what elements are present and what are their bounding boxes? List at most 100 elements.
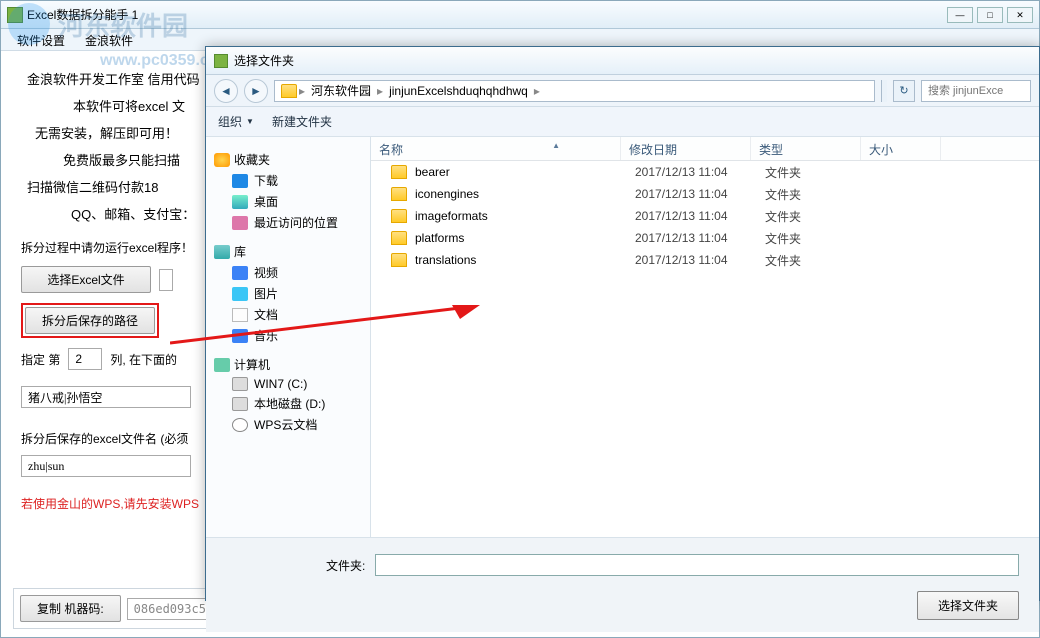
cloud-icon — [232, 418, 248, 432]
folder-icon — [391, 209, 407, 223]
header-date[interactable]: 修改日期 — [621, 137, 751, 160]
item-type: 文件夹 — [765, 230, 875, 247]
minimize-button[interactable]: — — [947, 7, 973, 23]
dialog-icon — [214, 54, 228, 68]
item-date: 2017/12/13 11:04 — [635, 209, 765, 223]
library-icon — [214, 245, 230, 259]
search-input[interactable] — [921, 80, 1031, 102]
sidebar-computer[interactable]: 计算机 — [214, 354, 366, 375]
computer-icon — [214, 358, 230, 372]
item-name: imageformats — [415, 209, 635, 223]
list-item[interactable]: iconengines2017/12/13 11:04文件夹 — [371, 183, 1039, 205]
filename-input[interactable] — [21, 455, 191, 477]
item-date: 2017/12/13 11:04 — [635, 253, 765, 267]
new-folder-button[interactable]: 新建文件夹 — [272, 113, 332, 130]
dialog-footer: 文件夹: 选择文件夹 — [206, 537, 1039, 632]
app-icon — [7, 7, 23, 23]
sidebar: 收藏夹 下载 桌面 最近访问的位置 库 视频 图片 文档 音乐 计算机 WIN7… — [206, 137, 371, 537]
folder-icon — [391, 187, 407, 201]
folder-icon — [281, 84, 297, 98]
download-icon — [232, 174, 248, 188]
breadcrumb-root[interactable]: 河东软件园 — [307, 82, 375, 99]
sidebar-win7[interactable]: WIN7 (C:) — [214, 375, 366, 393]
menu-settings[interactable]: 软件设置 — [7, 29, 75, 50]
sidebar-library[interactable]: 库 — [214, 241, 366, 262]
item-date: 2017/12/13 11:04 — [635, 231, 765, 245]
item-name: translations — [415, 253, 635, 267]
sidebar-local-d[interactable]: 本地磁盘 (D:) — [214, 393, 366, 414]
breadcrumb-folder[interactable]: jinjunExcelshduqhqhdhwq — [385, 84, 532, 98]
select-folder-button[interactable]: 选择文件夹 — [917, 591, 1019, 620]
dialog-toolbar: 组织▼ 新建文件夹 — [206, 107, 1039, 137]
chevron-down-icon: ▼ — [246, 117, 254, 126]
nav-bar: ◄ ► ▸ 河东软件园 ▸ jinjunExcelshduqhqhdhwq ▸ … — [206, 75, 1039, 107]
item-type: 文件夹 — [765, 164, 875, 181]
col-suffix: 列, 在下面的 — [110, 351, 177, 368]
save-path-button[interactable]: 拆分后保存的路径 — [25, 307, 155, 334]
list-header: 名称▲ 修改日期 类型 大小 — [371, 137, 1039, 161]
drive-icon — [232, 397, 248, 411]
document-icon — [232, 308, 248, 322]
breadcrumb[interactable]: ▸ 河东软件园 ▸ jinjunExcelshduqhqhdhwq ▸ — [274, 80, 875, 102]
chevron-icon: ▸ — [297, 84, 307, 98]
recent-icon — [232, 216, 248, 230]
item-name: platforms — [415, 231, 635, 245]
list-item[interactable]: imageformats2017/12/13 11:04文件夹 — [371, 205, 1039, 227]
refresh-button[interactable]: ↻ — [893, 80, 915, 102]
sort-icon: ▲ — [552, 141, 560, 150]
main-title: Excel数据拆分能手 1 — [27, 6, 138, 23]
maximize-button[interactable]: □ — [977, 7, 1003, 23]
item-date: 2017/12/13 11:04 — [635, 165, 765, 179]
nav-forward-button[interactable]: ► — [244, 79, 268, 103]
music-icon — [232, 329, 248, 343]
sidebar-favorites[interactable]: 收藏夹 — [214, 149, 366, 170]
filter-names-input[interactable] — [21, 386, 191, 408]
folder-icon — [391, 253, 407, 267]
dialog-titlebar[interactable]: 选择文件夹 — [206, 47, 1039, 75]
copy-machine-button[interactable]: 复制 机器码: — [20, 595, 121, 622]
header-name[interactable]: 名称▲ — [371, 137, 621, 160]
header-size[interactable]: 大小 — [861, 137, 941, 160]
sidebar-recent[interactable]: 最近访问的位置 — [214, 212, 366, 233]
list-item[interactable]: bearer2017/12/13 11:04文件夹 — [371, 161, 1039, 183]
sidebar-docs[interactable]: 文档 — [214, 304, 366, 325]
item-date: 2017/12/13 11:04 — [635, 187, 765, 201]
folder-icon — [391, 231, 407, 245]
folder-icon — [391, 165, 407, 179]
folder-name-input[interactable] — [375, 554, 1019, 576]
drive-icon — [232, 377, 248, 391]
star-icon — [214, 153, 230, 167]
folder-dialog: 选择文件夹 ◄ ► ▸ 河东软件园 ▸ jinjunExcelshduqhqhd… — [205, 46, 1040, 601]
menu-jinlang[interactable]: 金浪软件 — [75, 29, 143, 50]
item-type: 文件夹 — [765, 208, 875, 225]
item-type: 文件夹 — [765, 252, 875, 269]
excel-path-input[interactable] — [159, 269, 173, 291]
nav-back-button[interactable]: ◄ — [214, 79, 238, 103]
item-type: 文件夹 — [765, 186, 875, 203]
save-path-highlight: 拆分后保存的路径 — [21, 303, 159, 338]
sidebar-desktop[interactable]: 桌面 — [214, 191, 366, 212]
item-name: iconengines — [415, 187, 635, 201]
col-prefix: 指定 第 — [21, 351, 60, 368]
sidebar-video[interactable]: 视频 — [214, 262, 366, 283]
desktop-icon — [232, 195, 248, 209]
column-input[interactable] — [68, 348, 102, 370]
folder-label: 文件夹: — [326, 557, 365, 574]
picture-icon — [232, 287, 248, 301]
breadcrumb-dropdown[interactable] — [881, 80, 887, 102]
header-type[interactable]: 类型 — [751, 137, 861, 160]
video-icon — [232, 266, 248, 280]
list-item[interactable]: translations2017/12/13 11:04文件夹 — [371, 249, 1039, 271]
list-item[interactable]: platforms2017/12/13 11:04文件夹 — [371, 227, 1039, 249]
sidebar-wps[interactable]: WPS云文档 — [214, 414, 366, 435]
chevron-icon: ▸ — [375, 84, 385, 98]
sidebar-music[interactable]: 音乐 — [214, 325, 366, 346]
sidebar-downloads[interactable]: 下载 — [214, 170, 366, 191]
dialog-title: 选择文件夹 — [234, 52, 294, 69]
organize-button[interactable]: 组织▼ — [218, 113, 254, 130]
sidebar-pictures[interactable]: 图片 — [214, 283, 366, 304]
item-name: bearer — [415, 165, 635, 179]
main-titlebar[interactable]: Excel数据拆分能手 1 — □ ✕ — [1, 1, 1039, 29]
select-excel-button[interactable]: 选择Excel文件 — [21, 266, 151, 293]
close-button[interactable]: ✕ — [1007, 7, 1033, 23]
